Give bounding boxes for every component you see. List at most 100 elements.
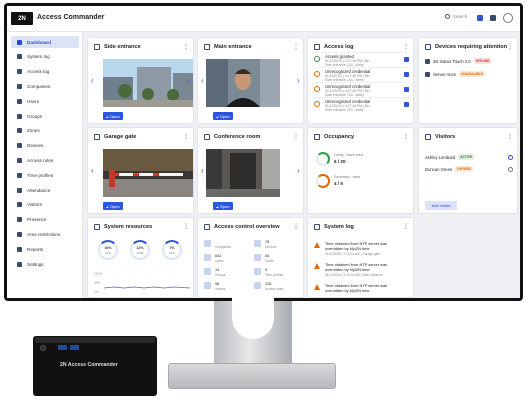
device-row[interactable]: 2N Indoor Touch 2.0 OFFLINE: [425, 58, 492, 64]
zone-value: 4 / 5: [334, 181, 343, 186]
sidebar-item-label: Zones: [27, 128, 40, 134]
denied-icon: [314, 71, 320, 77]
users-icon: [16, 98, 22, 104]
sidebar-item-system-log[interactable]: System log: [11, 51, 79, 63]
camera-snapshot-icon[interactable]: [404, 102, 409, 107]
sidebar-item-label: Companies: [27, 83, 51, 89]
monitor-stand-base: [168, 363, 336, 389]
card-title: System log: [324, 224, 354, 230]
overview-label: Companies: [215, 245, 232, 249]
sidebar-item-label: Groups: [27, 113, 43, 119]
sidebar-item-visitors[interactable]: Visitors: [11, 199, 79, 211]
sidebar-item-area-restrictions[interactable]: Area restrictions: [11, 228, 79, 240]
scale-label: 50%: [94, 281, 101, 285]
open-door-button[interactable]: 🔓︎ Open: [103, 202, 123, 210]
camera-snapshot-icon[interactable]: [404, 72, 409, 77]
more-icon[interactable]: ⋮: [403, 43, 409, 50]
open-door-button[interactable]: 🔓︎ Open: [103, 112, 123, 120]
next-arrow-icon[interactable]: ›: [187, 166, 190, 175]
list-item[interactable]: Unrecognized credential 01/12/2024 | 4:27…: [314, 97, 409, 112]
card-title: Occupancy: [324, 134, 355, 140]
power-button-icon: [40, 345, 46, 351]
prev-arrow-icon[interactable]: ‹: [201, 76, 204, 85]
sidebar-item-label: Access rules: [27, 157, 54, 163]
prev-arrow-icon[interactable]: ‹: [201, 166, 204, 175]
camera-feed: [206, 149, 280, 197]
camera-snapshot-icon[interactable]: [404, 57, 409, 62]
overview-item-icon: [204, 268, 211, 275]
overview-label: Time profiles: [265, 273, 284, 277]
more-icon[interactable]: ⋮: [183, 223, 189, 230]
log-icon: [314, 44, 320, 50]
resource-gauge: [98, 240, 118, 260]
more-icon[interactable]: ⋮: [507, 133, 513, 140]
next-arrow-icon[interactable]: ›: [187, 76, 190, 85]
notification-icon[interactable]: [490, 15, 496, 21]
delete-icon[interactable]: [508, 166, 513, 172]
granted-icon: [314, 56, 320, 62]
more-icon[interactable]: ⋮: [183, 133, 189, 140]
search-icon: [445, 14, 450, 19]
resources-icon: [94, 224, 100, 230]
sidebar-item-attendance[interactable]: Attendance: [11, 184, 79, 196]
sidebar-item-zones[interactable]: Zones: [11, 125, 79, 137]
sidebar-item-devices[interactable]: Devices: [11, 140, 79, 152]
scale-label: 100%: [94, 272, 103, 276]
more-icon[interactable]: ⋮: [403, 223, 409, 230]
system-log-icon: [16, 54, 22, 60]
sidebar-item-dashboard[interactable]: Dashboard: [11, 36, 79, 48]
sidebar-item-time-profiles[interactable]: Time profiles: [11, 169, 79, 181]
cancel-visit-icon[interactable]: [508, 154, 513, 160]
camera-snapshot-icon[interactable]: [404, 87, 409, 92]
prev-arrow-icon[interactable]: ‹: [91, 76, 94, 85]
sidebar-item-companies[interactable]: Companies: [11, 80, 79, 92]
top-bar: 2N Access Commander Search: [7, 6, 520, 32]
more-icon[interactable]: ⋮: [403, 133, 409, 140]
camera-feed: [103, 59, 193, 107]
open-door-button[interactable]: 🔓︎ Open: [213, 202, 233, 210]
visitor-row[interactable]: Duncan Green EXPIRED: [425, 166, 513, 172]
sidebar-item-reports[interactable]: Reports: [11, 243, 79, 255]
gauge-label: RAM: [136, 251, 144, 255]
device-row[interactable]: Server room UNAVAILABLE: [425, 71, 486, 77]
overview-number: 78: [265, 240, 270, 244]
sidebar-item-access-log[interactable]: Access log: [11, 66, 79, 78]
list-item[interactable]: Access granted 01/12/2024 | 4:27:46 PM | …: [314, 52, 409, 67]
sidebar-item-access-rules[interactable]: Access rules: [11, 154, 79, 166]
more-icon[interactable]: ⋮: [183, 43, 189, 50]
sidebar-item-groups[interactable]: Groups: [11, 110, 79, 122]
more-icon[interactable]: ⋮: [507, 43, 513, 50]
search-box[interactable]: Search: [445, 14, 467, 19]
prev-arrow-icon[interactable]: ‹: [91, 166, 94, 175]
resource-chart-line: [104, 286, 190, 289]
open-door-button[interactable]: 🔓︎ Open: [213, 112, 233, 120]
attendance-icon-glyph: [16, 187, 22, 193]
unlock-icon: 🔓︎: [216, 113, 219, 119]
zones-icon: [16, 128, 22, 134]
list-item[interactable]: Unrecognized credential 01/12/2024 | 4:27…: [314, 82, 409, 97]
add-visitor-button[interactable]: Add visitor: [425, 201, 457, 210]
next-arrow-icon[interactable]: ›: [297, 166, 300, 175]
more-icon[interactable]: ⋮: [293, 133, 299, 140]
more-icon[interactable]: ⋮: [293, 43, 299, 50]
next-arrow-icon[interactable]: ›: [297, 76, 300, 85]
entry-location: Side entrance | A3 - lobby: [325, 108, 364, 112]
user-avatar[interactable]: [503, 13, 513, 23]
list-item[interactable]: Time obtained from NTP server was overri…: [314, 260, 409, 282]
list-item[interactable]: Time obtained from NTP server was overri…: [314, 281, 409, 297]
area-restrictions-icon: [16, 231, 22, 237]
visitor-row[interactable]: Ashley Lombard ACTIVE: [425, 154, 513, 160]
usb-port-icon: [70, 345, 79, 350]
sidebar-item-presence[interactable]: Presence: [11, 214, 79, 226]
sidebar-item-settings[interactable]: Settings: [11, 258, 79, 270]
lock-icon[interactable]: [477, 15, 483, 21]
overview-label: Users: [215, 259, 224, 263]
sidebar-item-users[interactable]: Users: [11, 95, 79, 107]
list-item[interactable]: Time obtained from NTP server was overri…: [314, 239, 409, 261]
companies-icon: [16, 83, 22, 89]
zones-icon-glyph: [16, 128, 22, 134]
more-icon[interactable]: ⋮: [293, 223, 299, 230]
camera-icon: [204, 134, 210, 140]
overview-label: Groups: [215, 273, 226, 277]
list-item[interactable]: Unrecognized credential 01/12/2024 | 4:27…: [314, 67, 409, 82]
